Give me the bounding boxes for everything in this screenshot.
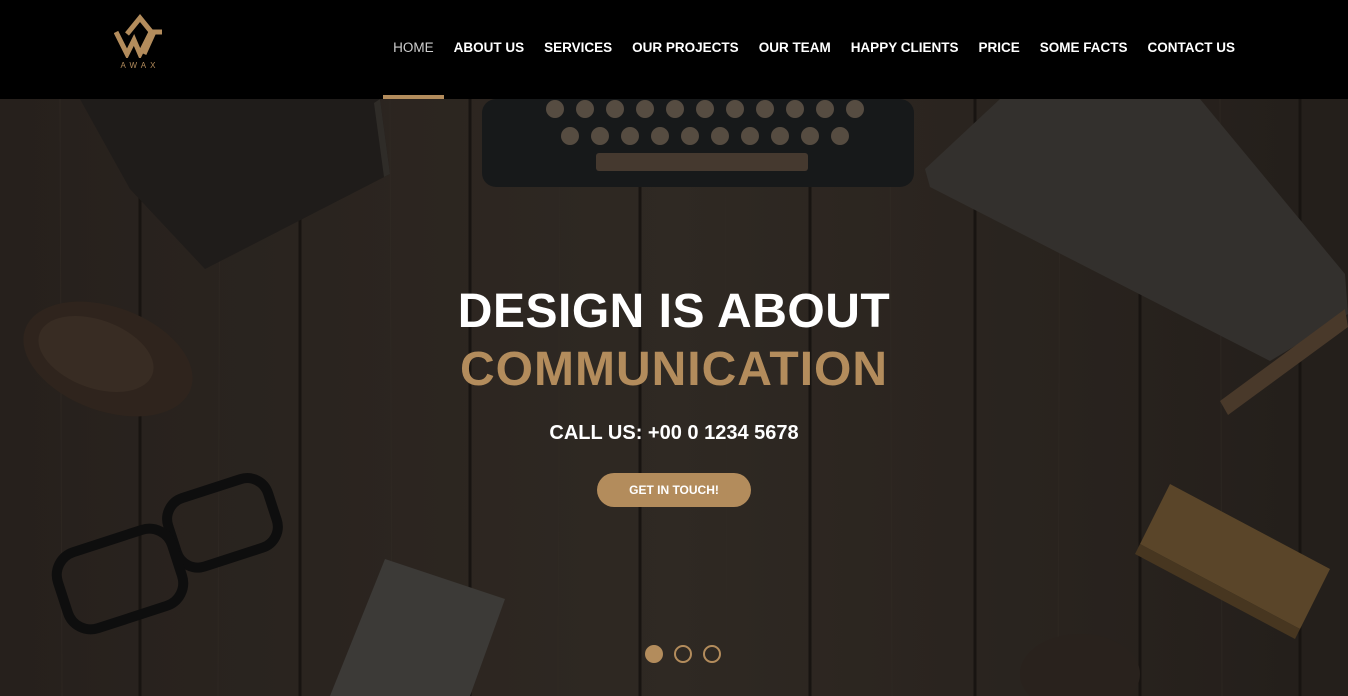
hero-headline-line-2: COMMUNICATION (459, 343, 889, 396)
nav-item-home[interactable]: HOME (383, 0, 444, 99)
slider-dot-2[interactable] (674, 645, 692, 663)
brand-name: AWAX (120, 61, 160, 70)
nav-item-our-team[interactable]: OUR TEAM (749, 0, 841, 99)
main-nav: HOME ABOUT US SERVICES OUR PROJECTS OUR … (383, 0, 1245, 99)
nav-item-price[interactable]: PRICE (968, 0, 1029, 99)
hero-slider: DESIGN IS ABOUT COMMUNICATION CALL US: +… (0, 99, 1348, 696)
slider-dot-1[interactable] (645, 645, 663, 663)
nav-item-services[interactable]: SERVICES (534, 0, 622, 99)
nav-item-about-us[interactable]: ABOUT US (444, 0, 535, 99)
site-header: AWAX HOME ABOUT US SERVICES OUR PROJECTS… (0, 0, 1348, 99)
hero-content: DESIGN IS ABOUT COMMUNICATION CALL US: +… (0, 284, 1348, 507)
slider-pagination (645, 645, 721, 663)
nav-item-our-projects[interactable]: OUR PROJECTS (622, 0, 749, 99)
hero-headline-line-1: DESIGN IS ABOUT (457, 285, 891, 338)
slider-dot-3[interactable] (703, 645, 721, 663)
call-us-text: CALL US: +00 0 1234 5678 (549, 422, 799, 444)
brand-logo[interactable]: AWAX (110, 14, 170, 74)
nav-item-contact-us[interactable]: CONTACT US (1138, 0, 1246, 99)
get-in-touch-button[interactable]: GET IN TOUCH! (597, 473, 751, 507)
awax-logo-icon (114, 14, 162, 58)
nav-item-happy-clients[interactable]: HAPPY CLIENTS (841, 0, 969, 99)
nav-item-some-facts[interactable]: SOME FACTS (1030, 0, 1138, 99)
